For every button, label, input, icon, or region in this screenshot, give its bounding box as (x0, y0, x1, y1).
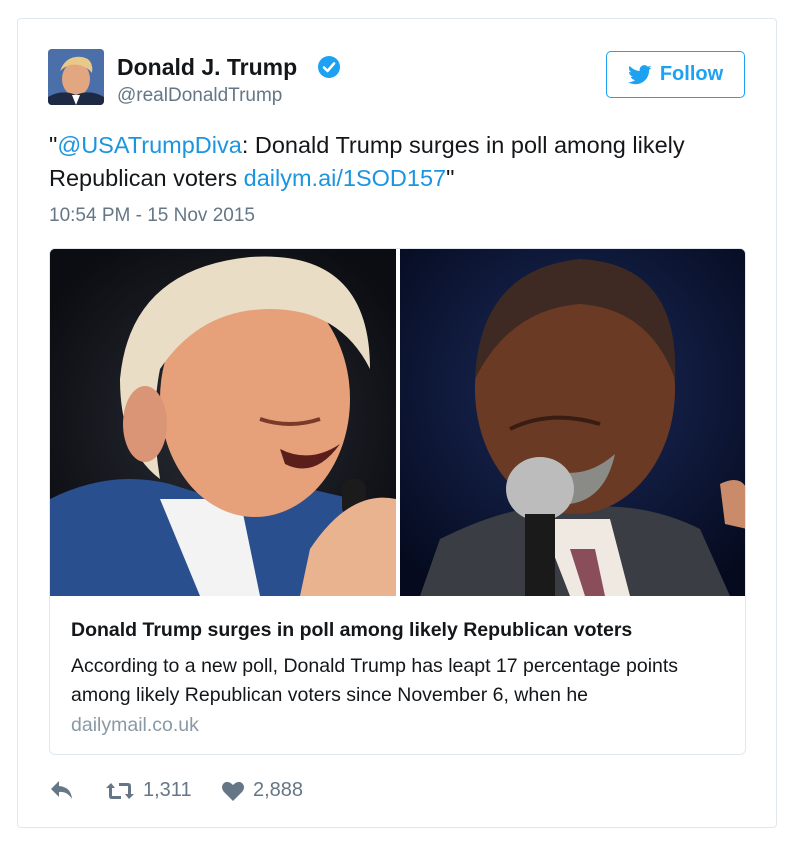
quote-close: " (446, 165, 455, 191)
link-card-domain: dailymail.co.uk (71, 714, 199, 736)
tweet-timestamp[interactable]: 10:54 PM - 15 Nov 2015 (49, 205, 255, 227)
reply-button[interactable] (49, 779, 75, 801)
link-card-image-right (400, 249, 745, 596)
tweet-text: "@USATrumpDiva: Donald Trump surges in p… (49, 129, 739, 195)
link-card-description: According to a new poll, Donald Trump ha… (71, 655, 679, 706)
author-avatar[interactable] (48, 49, 104, 105)
link-card-title: Donald Trump surges in poll among likely… (71, 619, 633, 641)
tweet-url-link[interactable]: dailym.ai/1SOD157 (244, 165, 446, 191)
follow-label: Follow (659, 63, 724, 85)
retweet-icon (106, 782, 134, 799)
tweet-actions: 1,311 2,888 (49, 779, 349, 807)
retweet-button[interactable]: 1,311 (105, 779, 192, 802)
avatar-image (48, 49, 104, 105)
heart-icon (222, 781, 244, 801)
retweet-count: 1,311 (143, 779, 192, 801)
like-button[interactable]: 2,888 (221, 779, 303, 802)
author-handle[interactable]: @realDonaldTrump (117, 85, 282, 107)
link-card-image-left (50, 249, 396, 596)
author-name[interactable]: Donald J. Trump (117, 54, 297, 81)
reply-icon (51, 781, 72, 799)
mention-link[interactable]: @USATrumpDiva (57, 132, 241, 158)
tweet-card: Donald J. Trump @realDonaldTrump Follow … (17, 18, 777, 828)
like-count: 2,888 (253, 779, 304, 801)
follow-button[interactable]: Follow (606, 51, 745, 98)
link-card[interactable]: Donald Trump surges in poll among likely… (49, 248, 746, 755)
twitter-bird-icon (627, 64, 652, 84)
verified-badge-icon (318, 56, 340, 78)
